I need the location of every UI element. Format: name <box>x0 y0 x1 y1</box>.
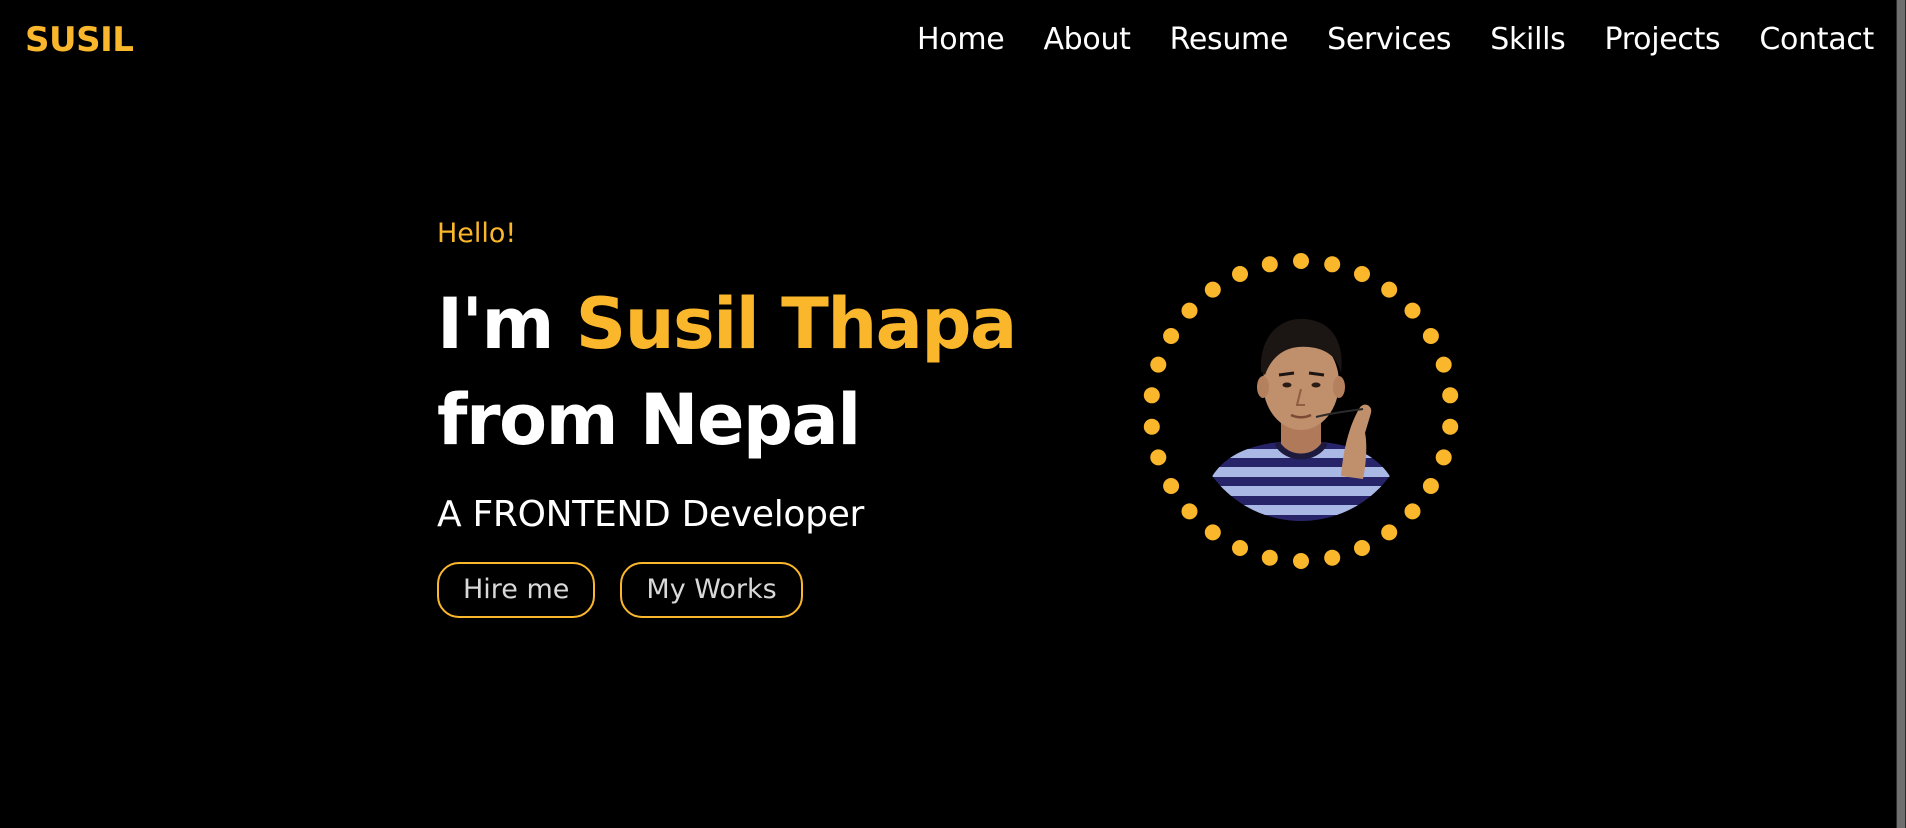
ring-dot <box>1150 356 1167 373</box>
nav-contact[interactable]: Contact <box>1759 22 1874 57</box>
nav-projects[interactable]: Projects <box>1605 22 1721 57</box>
nav-about[interactable]: About <box>1043 22 1131 57</box>
ring-dot <box>1261 549 1278 566</box>
ring-dot <box>1150 449 1167 466</box>
ring-dot <box>1422 328 1439 344</box>
headline-origin: from Nepal <box>437 379 861 461</box>
ring-dot <box>1181 503 1198 520</box>
ring-dot <box>1435 449 1452 466</box>
ring-dot <box>1442 418 1459 435</box>
ring-dot <box>1293 553 1309 569</box>
ring-dot <box>1204 281 1221 298</box>
portfolio-page: SUSIL Home About Resume Services Skills … <box>0 0 1906 828</box>
ring-dot <box>1354 266 1370 282</box>
ring-dot <box>1293 253 1309 269</box>
ring-dot <box>1163 328 1180 344</box>
hero-name: Susil Thapa <box>575 283 1017 365</box>
person-illustration <box>1191 301 1411 521</box>
hero-buttons: Hire me My Works <box>437 562 1077 618</box>
nav-home[interactable]: Home <box>917 22 1005 57</box>
my-works-button[interactable]: My Works <box>620 562 803 618</box>
ring-dot <box>1324 256 1341 273</box>
nav-services[interactable]: Services <box>1327 22 1451 57</box>
ring-dot <box>1442 387 1459 404</box>
ring-dot <box>1354 540 1370 556</box>
hero-role: A FRONTEND Developer <box>437 494 865 535</box>
ring-dot <box>1435 356 1452 373</box>
hero-headline: I'm Susil Thapa from Nepal <box>437 276 1077 468</box>
ring-dot <box>1324 549 1341 566</box>
profile-photo <box>1191 301 1411 521</box>
ring-dot <box>1143 387 1160 404</box>
ring-dot <box>1143 418 1160 435</box>
portrait-container <box>1140 250 1462 572</box>
nav-resume[interactable]: Resume <box>1170 22 1289 57</box>
headline-line-1: I'm Susil Thapa <box>437 276 1077 372</box>
hire-me-button[interactable]: Hire me <box>437 562 596 618</box>
hero-greeting: Hello! <box>437 218 517 249</box>
page-scrollbar[interactable] <box>1896 0 1906 828</box>
nav-skills[interactable]: Skills <box>1490 22 1566 57</box>
ring-dot <box>1232 266 1248 282</box>
ring-dot <box>1232 540 1248 556</box>
ring-dot <box>1261 256 1278 273</box>
ring-dot <box>1404 302 1421 319</box>
ring-dot <box>1381 281 1398 298</box>
main-nav: Home About Resume Services Skills Projec… <box>917 18 1874 62</box>
site-header: SUSIL Home About Resume Services Skills … <box>0 0 1906 80</box>
ring-dot <box>1181 302 1198 319</box>
ring-dot <box>1381 524 1398 541</box>
ring-dot <box>1204 524 1221 541</box>
headline-intro: I'm <box>437 283 554 365</box>
hero-section: Hello! I'm Susil Thapa from Nepal A FRON… <box>437 214 1077 618</box>
site-logo[interactable]: SUSIL <box>25 18 134 62</box>
ring-dot <box>1163 478 1180 494</box>
ring-dot <box>1422 478 1439 494</box>
ring-dot <box>1404 503 1421 520</box>
scrollbar-thumb[interactable] <box>1897 0 1905 828</box>
